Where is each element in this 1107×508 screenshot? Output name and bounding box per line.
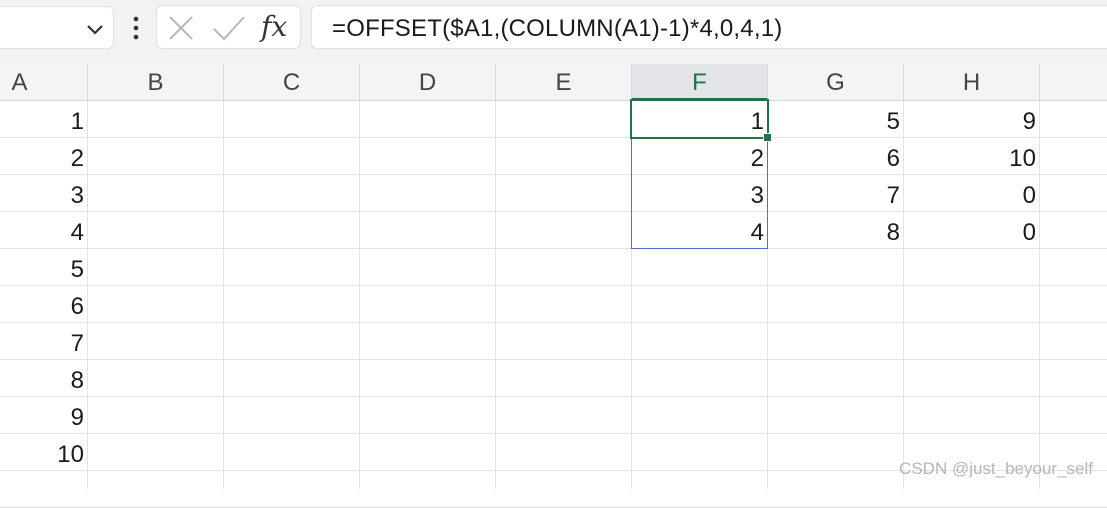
cell-a10[interactable]: 10	[0, 434, 88, 471]
cell-a5[interactable]: 5	[0, 249, 88, 286]
cell-a2[interactable]: 2	[0, 138, 88, 175]
fx-icon[interactable]: fx	[261, 10, 287, 43]
chevron-down-icon[interactable]	[85, 19, 105, 39]
cell-h1[interactable]: 9	[904, 101, 1040, 138]
cell-g1[interactable]: 5	[768, 101, 904, 138]
grid-line	[223, 101, 224, 489]
cell-h4[interactable]: 0	[904, 212, 1040, 249]
fill-handle[interactable]	[763, 133, 772, 142]
grid-line	[359, 101, 360, 489]
column-header-f[interactable]: F	[632, 64, 768, 100]
column-header-a[interactable]: A	[0, 64, 88, 100]
cell-a3[interactable]: 3	[0, 175, 88, 212]
active-cell-border	[630, 99, 769, 139]
cell-a7[interactable]: 7	[0, 323, 88, 360]
formula-input[interactable]: =OFFSET($A1,(COLUMN(A1)-1)*4,0,4,1)	[311, 5, 1107, 49]
formula-bar: fx =OFFSET($A1,(COLUMN(A1)-1)*4,0,4,1)	[0, 0, 1107, 64]
name-box[interactable]	[0, 6, 114, 49]
column-header-h[interactable]: H	[904, 64, 1040, 100]
cell-a1[interactable]: 1	[0, 101, 88, 138]
cell-a6[interactable]: 6	[0, 286, 88, 323]
column-header-row: ABCDEFGH	[0, 64, 1107, 101]
x-icon[interactable]	[167, 14, 195, 42]
cell-a9[interactable]: 9	[0, 397, 88, 434]
formula-actions: fx	[156, 5, 301, 49]
cell-g3[interactable]: 7	[768, 175, 904, 212]
column-header-d[interactable]: D	[360, 64, 496, 100]
cell-h2[interactable]: 10	[904, 138, 1040, 175]
grid-line	[0, 359, 1107, 360]
formula-text: =OFFSET($A1,(COLUMN(A1)-1)*4,0,4,1)	[332, 15, 783, 42]
column-header-e[interactable]: E	[496, 64, 632, 100]
grid-line	[495, 101, 496, 489]
cell-a8[interactable]: 8	[0, 360, 88, 397]
grid-line	[0, 396, 1107, 397]
column-header-b[interactable]: B	[88, 64, 224, 100]
grid-line	[0, 285, 1107, 286]
column-header-next[interactable]	[1040, 64, 1107, 100]
check-icon[interactable]	[211, 14, 247, 42]
cell-h3[interactable]: 0	[904, 175, 1040, 212]
cell-g4[interactable]: 8	[768, 212, 904, 249]
cell-g2[interactable]: 6	[768, 138, 904, 175]
watermark: CSDN @just_beyour_self	[899, 459, 1093, 478]
more-vertical-icon[interactable]	[126, 13, 146, 43]
cell-a4[interactable]: 4	[0, 212, 88, 249]
column-header-g[interactable]: G	[768, 64, 904, 100]
grid-line	[0, 322, 1107, 323]
grid-line	[0, 433, 1107, 434]
column-header-c[interactable]: C	[224, 64, 360, 100]
sheet-grid[interactable]: 1 1 5 9 2 2 6 10 3 3 7 0 4 4 8 0 5 6 7 8 9 10	[0, 99, 1107, 508]
